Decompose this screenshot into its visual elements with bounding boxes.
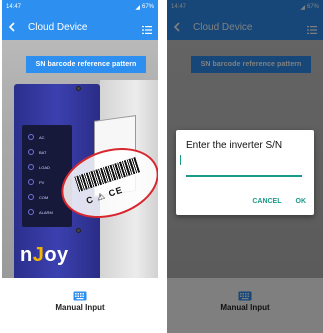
led-indicator: LOAD <box>28 164 50 170</box>
led-indicator: AC <box>28 134 45 140</box>
wifi-icon: ◢ <box>135 4 140 11</box>
status-icons: ◢ 67% <box>135 4 154 11</box>
led-indicator: BAT <box>28 149 46 155</box>
dialog-title: Enter the inverter S/N <box>186 140 283 151</box>
cancel-button[interactable]: CANCEL <box>252 198 281 205</box>
led-indicator: COM <box>28 194 48 200</box>
text-cursor <box>180 155 181 165</box>
sn-reference-banner: SN barcode reference pattern <box>26 56 146 73</box>
dialog-actions: CANCEL OK <box>252 198 306 205</box>
manual-input-area[interactable]: Manual Input <box>2 278 158 333</box>
app-bar: Cloud Device <box>2 14 158 40</box>
led-indicator: PV <box>28 179 44 185</box>
led-indicator: ALARM <box>28 209 53 215</box>
screw <box>76 86 81 91</box>
brand-logo: nJoy <box>20 244 69 266</box>
battery-level: 67% <box>141 4 154 10</box>
barcode <box>74 156 141 192</box>
list-menu-icon[interactable] <box>142 22 152 34</box>
screw <box>76 228 81 233</box>
serial-number-input[interactable] <box>186 163 302 177</box>
back-arrow-icon[interactable] <box>2 14 22 40</box>
serial-number-dialog: Enter the inverter S/N CANCEL OK <box>176 130 314 215</box>
keyboard-icon[interactable] <box>73 288 87 301</box>
manual-input-button[interactable]: Manual Input <box>55 303 104 312</box>
status-bar: 14:47 ◢ 67% <box>2 0 158 14</box>
status-time: 14:47 <box>6 4 22 10</box>
phone-screen-right: 14:47 ◢ 67% Cloud Device SN barcode refe… <box>167 0 323 333</box>
page-title: Cloud Device <box>28 21 88 33</box>
phone-screen-left: 14:47 ◢ 67% Cloud Device AC BAT LOAD PV … <box>2 0 158 333</box>
ok-button[interactable]: OK <box>296 198 307 205</box>
